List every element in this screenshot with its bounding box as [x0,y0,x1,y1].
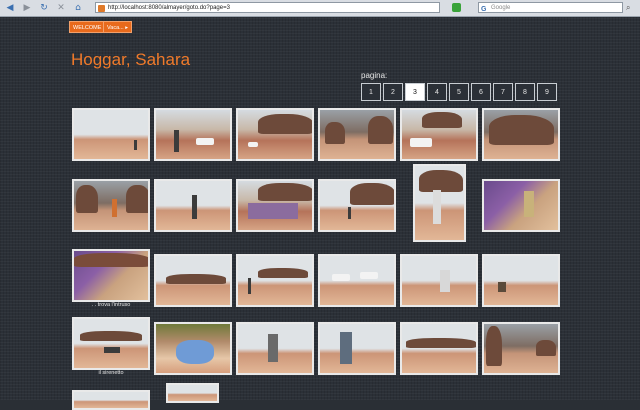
page-link-7[interactable]: 7 [493,83,513,101]
photo-thumbnail[interactable] [318,179,396,232]
photo-thumbnail[interactable] [154,254,232,307]
photo-thumbnail[interactable] [166,383,219,403]
stop-icon[interactable]: ✕ [54,2,68,14]
photo-thumbnail[interactable] [482,322,560,375]
breadcrumb-welcome[interactable]: WELCOME [69,21,106,33]
photo-thumbnail[interactable] [482,179,560,232]
photo-thumbnail[interactable] [318,322,396,375]
photo-thumbnail[interactable] [318,108,396,161]
page-title: Hoggar, Sahara [71,50,191,69]
home-icon[interactable]: ⌂ [71,2,85,14]
photo-caption: il sirenetto [98,370,124,376]
google-icon: G [481,6,487,13]
back-icon[interactable]: ◀ [3,2,17,14]
photo-thumbnail[interactable] [236,322,314,375]
browser-toolbar: ◀ ▶ ↻ ✕ ⌂ http://localhost:8080/almayer/… [0,0,640,17]
page-link-6[interactable]: 6 [471,83,491,101]
photo-thumbnail[interactable] [154,322,232,375]
pagination: 1 2 3 4 5 6 7 8 9 [361,83,559,101]
photo-thumbnail[interactable] [400,108,478,161]
photo-thumbnail[interactable] [72,249,150,302]
photo-thumbnail[interactable] [482,254,560,307]
photo-thumbnail[interactable] [72,317,150,370]
photo-thumbnail[interactable] [154,179,232,232]
photo-thumbnail[interactable] [72,390,150,410]
page-link-4[interactable]: 4 [427,83,447,101]
page-link-3-current[interactable]: 3 [405,83,425,101]
page-link-8[interactable]: 8 [515,83,535,101]
address-text: http://localhost:8080/almayer/goto.do?pa… [108,5,230,11]
photo-thumbnail[interactable] [413,164,466,242]
photo-thumbnail[interactable] [318,254,396,307]
go-icon[interactable] [452,3,461,12]
photo-thumbnail[interactable] [236,108,314,161]
page-link-9[interactable]: 9 [537,83,557,101]
page-content: WELCOME Vaca... ▸ Hoggar, Sahara pagina:… [0,17,640,410]
page-link-5[interactable]: 5 [449,83,469,101]
photo-thumbnail[interactable] [482,108,560,161]
photo-thumbnail[interactable] [400,322,478,375]
favicon-icon [98,5,105,12]
page-link-2[interactable]: 2 [383,83,403,101]
pagination-label: pagina: [361,71,388,80]
photo-thumbnail[interactable] [72,108,150,161]
photo-thumbnail[interactable] [72,179,150,232]
search-icon[interactable]: ⌕ [626,3,630,13]
photo-thumbnail[interactable] [236,179,314,232]
search-placeholder: Google [491,5,511,11]
page-link-1[interactable]: 1 [361,83,381,101]
photo-thumbnail[interactable] [400,254,478,307]
photo-thumbnail[interactable] [154,108,232,161]
reload-icon[interactable]: ↻ [37,2,51,14]
breadcrumb-vacanze[interactable]: Vaca... ▸ [103,21,133,33]
forward-icon[interactable]: ▶ [20,2,34,14]
photo-thumbnail[interactable] [236,254,314,307]
photo-caption: . . trova l'intruso [91,302,131,308]
search-box[interactable]: G Google [478,2,623,13]
address-bar[interactable]: http://localhost:8080/almayer/goto.do?pa… [95,2,440,13]
